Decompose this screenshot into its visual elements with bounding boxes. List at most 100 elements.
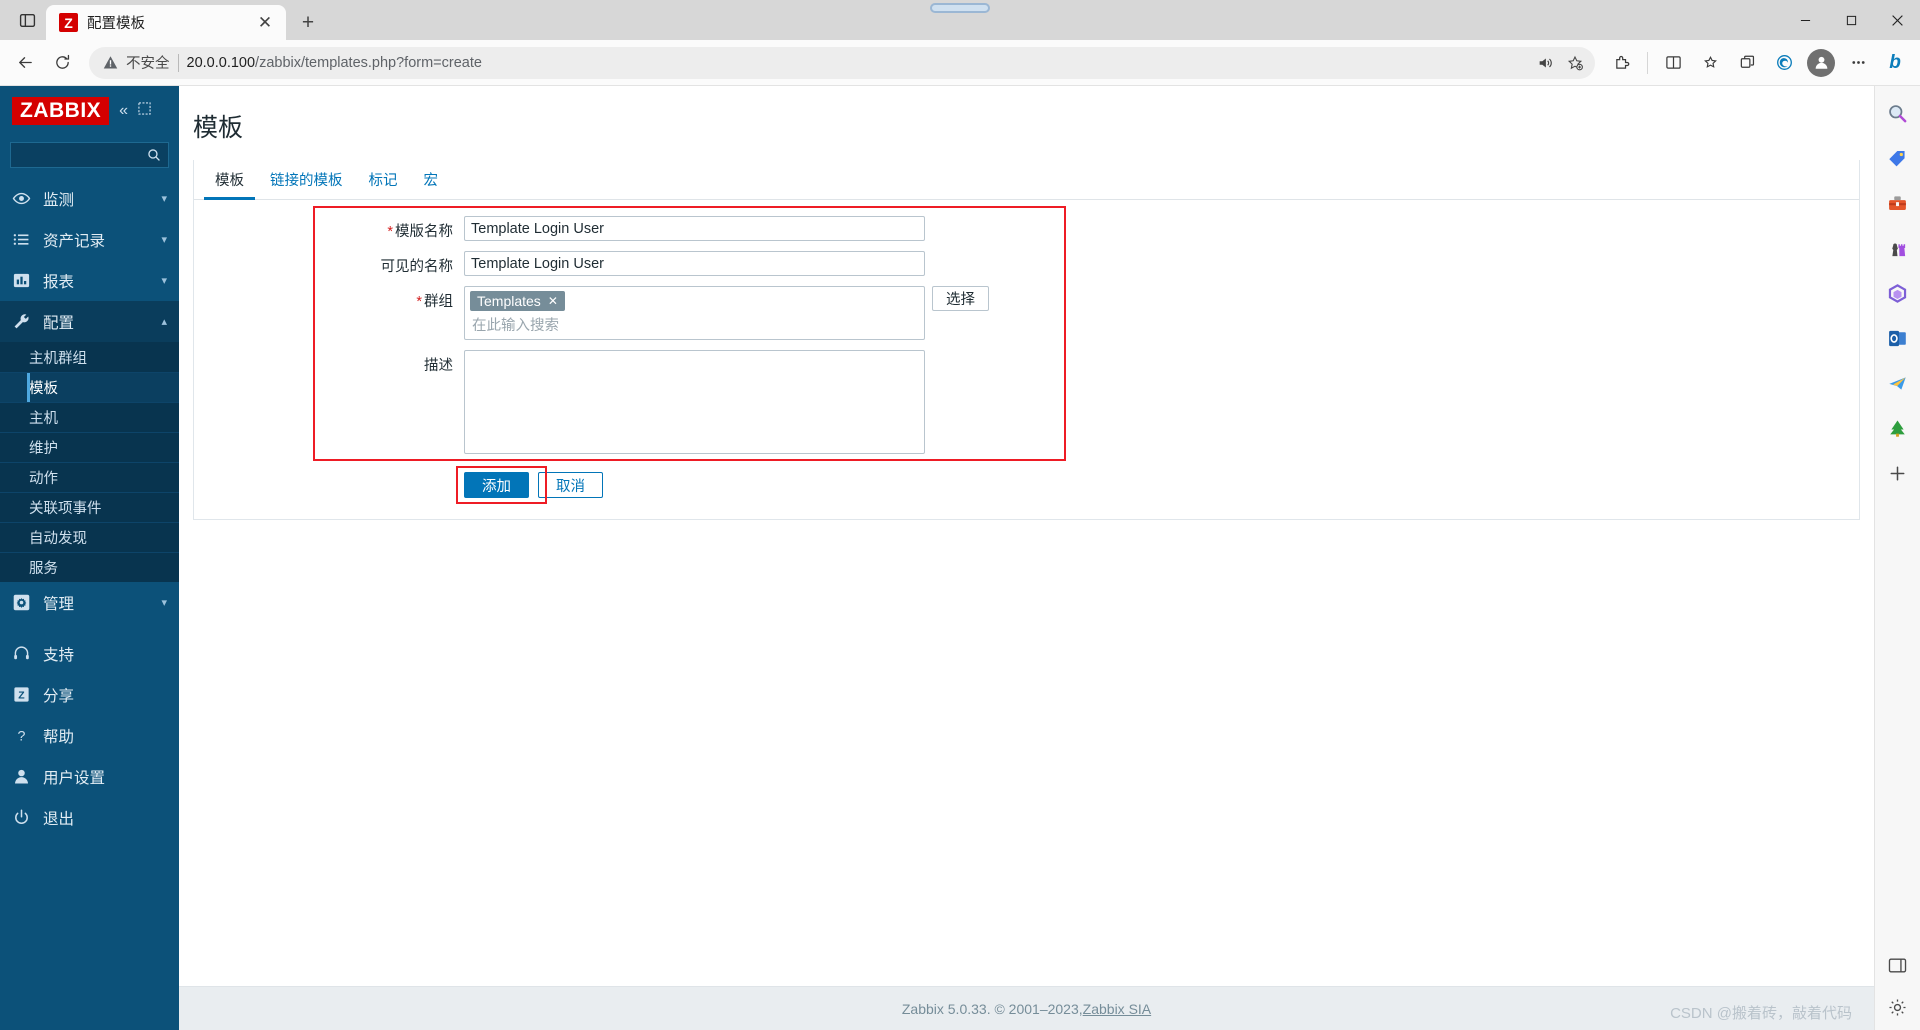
tab-template[interactable]: 模板 xyxy=(204,160,255,200)
sidebar-item-user-settings[interactable]: 用户设置 xyxy=(0,756,179,797)
browser-tab[interactable]: Z 配置模板 ✕ xyxy=(46,5,286,40)
browser-window: Z 配置模板 ✕ + 不安全 20.0.0.100/zabbix/templat… xyxy=(0,0,1920,1030)
collections-icon[interactable] xyxy=(1693,46,1727,80)
search-input[interactable] xyxy=(18,147,147,163)
tab-linked-templates[interactable]: 链接的模板 xyxy=(259,160,354,200)
close-window-icon[interactable] xyxy=(1874,0,1920,40)
not-secure-warning-icon xyxy=(103,56,118,69)
collapse-sidebar-icon[interactable]: « xyxy=(119,102,128,120)
refresh-icon[interactable] xyxy=(45,46,79,80)
field-row-template-name: * 模版名称 xyxy=(194,216,1859,241)
sidebar-label-reports: 报表 xyxy=(43,273,75,291)
select-group-button[interactable]: 选择 xyxy=(932,286,989,311)
office-icon[interactable] xyxy=(1885,280,1911,306)
sidebar-subitem-templates[interactable]: 模板 xyxy=(0,372,179,402)
add-icon[interactable] xyxy=(1885,460,1911,486)
omnibox-actions xyxy=(1531,49,1589,77)
bar-chart-icon xyxy=(12,271,31,290)
groups-search-placeholder[interactable]: 在此输入搜索 xyxy=(470,311,919,335)
user-icon xyxy=(12,767,31,786)
settings-gear-icon[interactable] xyxy=(1885,994,1911,1020)
read-aloud-icon[interactable] xyxy=(1531,49,1559,77)
description-textarea[interactable] xyxy=(464,350,925,454)
sidebar-item-signout[interactable]: 退出 xyxy=(0,797,179,838)
power-icon xyxy=(12,808,31,827)
browser-essentials-icon[interactable] xyxy=(1730,46,1764,80)
window-drag-handle[interactable] xyxy=(930,3,990,13)
search-field[interactable] xyxy=(10,142,169,168)
close-tab-icon[interactable]: ✕ xyxy=(252,10,278,36)
bing-copilot-icon[interactable]: b xyxy=(1878,46,1912,80)
sidebar-subitem-services[interactable]: 服务 xyxy=(0,552,179,582)
sidebar-item-reports[interactable]: 报表 ▾ xyxy=(0,260,179,301)
sidebar-label-support: 支持 xyxy=(43,646,75,664)
extensions-icon[interactable] xyxy=(1605,46,1639,80)
sidebar-subitem-event-correlation[interactable]: 关联项事件 xyxy=(0,492,179,522)
page-header: 模板 xyxy=(179,86,1874,160)
edge-icon[interactable] xyxy=(1767,46,1801,80)
sidebar-subitem-hosts[interactable]: 主机 xyxy=(0,402,179,432)
games-icon[interactable] xyxy=(1885,235,1911,261)
sidebar-item-share[interactable]: Z 分享 xyxy=(0,674,179,715)
chevron-down-icon: ▾ xyxy=(161,234,167,246)
visible-name-input[interactable] xyxy=(464,251,925,276)
remove-group-icon[interactable]: ✕ xyxy=(548,294,558,308)
chevron-down-icon: ▾ xyxy=(161,193,167,205)
search-icon[interactable] xyxy=(1885,100,1911,126)
sidebar-subitem-maintenance[interactable]: 维护 xyxy=(0,432,179,462)
label-description: 描述 xyxy=(424,358,453,374)
template-name-input[interactable] xyxy=(464,216,925,241)
search-icon[interactable] xyxy=(147,148,161,162)
sidebar-subitem-discovery[interactable]: 自动发现 xyxy=(0,522,179,552)
tab-title: 配置模板 xyxy=(87,16,145,32)
add-favorite-icon[interactable] xyxy=(1561,49,1589,77)
profile-avatar-icon[interactable] xyxy=(1804,46,1838,80)
tab-tags[interactable]: 标记 xyxy=(358,160,409,200)
label-template-name: * 模版名称 xyxy=(194,216,464,241)
address-bar[interactable]: 不安全 20.0.0.100/zabbix/templates.php?form… xyxy=(89,46,1595,79)
sidebar-subitem-actions[interactable]: 动作 xyxy=(0,462,179,492)
tab-overview-icon[interactable] xyxy=(8,3,46,37)
sidebar-label-monitoring: 监测 xyxy=(43,191,75,209)
sidebar-label-signout: 退出 xyxy=(43,810,75,828)
new-tab-button[interactable]: + xyxy=(295,10,321,36)
tab-macros[interactable]: 宏 xyxy=(413,160,450,200)
omnibox-divider xyxy=(177,53,179,72)
tree-icon[interactable] xyxy=(1885,415,1911,441)
url-text: 20.0.0.100/zabbix/templates.php?form=cre… xyxy=(187,55,1524,71)
sidebar-item-administration[interactable]: 管理 ▾ xyxy=(0,582,179,623)
sidebar-item-inventory[interactable]: 资产记录 ▾ xyxy=(0,219,179,260)
sidebar-pane-icon[interactable] xyxy=(1885,952,1911,978)
toolbar-divider xyxy=(1647,51,1648,74)
headset-icon xyxy=(12,644,31,663)
svg-text:?: ? xyxy=(18,728,26,744)
shopping-tag-icon[interactable] xyxy=(1885,145,1911,171)
telegram-icon[interactable] xyxy=(1885,370,1911,396)
sidebar-nav: 监测 ▾ 资产记录 ▾ 报表 ▾ 配置 ▴ 主机群组 模板 主机 维护 动作 关… xyxy=(0,178,179,1030)
add-button[interactable]: 添加 xyxy=(464,472,529,498)
minimize-icon[interactable] xyxy=(1782,0,1828,40)
sidebar-subitem-host-groups[interactable]: 主机群组 xyxy=(0,342,179,372)
sidebar-item-configuration[interactable]: 配置 ▴ xyxy=(0,301,179,342)
group-chip[interactable]: Templates ✕ xyxy=(470,291,565,311)
split-screen-icon[interactable] xyxy=(1656,46,1690,80)
back-arrow-icon[interactable] xyxy=(8,46,42,80)
security-status-label: 不安全 xyxy=(126,56,170,72)
groups-multiselect[interactable]: Templates ✕ 在此输入搜索 xyxy=(464,286,925,340)
expand-sidebar-icon[interactable] xyxy=(138,102,151,120)
more-options-icon[interactable] xyxy=(1841,46,1875,80)
wrench-icon xyxy=(12,312,31,331)
question-mark-icon: ? xyxy=(12,726,31,745)
maximize-icon[interactable] xyxy=(1828,0,1874,40)
outlook-icon[interactable] xyxy=(1885,325,1911,351)
zabbix-sia-link[interactable]: Zabbix SIA xyxy=(1083,1001,1151,1017)
sidebar-item-monitoring[interactable]: 监测 ▾ xyxy=(0,178,179,219)
label-template-name-text: 模版名称 xyxy=(395,224,453,240)
zabbix-logo[interactable]: ZABBIX xyxy=(12,96,110,126)
cancel-button[interactable]: 取消 xyxy=(538,472,603,498)
toolbox-icon[interactable] xyxy=(1885,190,1911,216)
group-chip-label: Templates xyxy=(477,293,541,309)
sidebar-item-support[interactable]: 支持 xyxy=(0,633,179,674)
sidebar-item-help[interactable]: ? 帮助 xyxy=(0,715,179,756)
sidebar-label-configuration: 配置 xyxy=(43,314,75,332)
